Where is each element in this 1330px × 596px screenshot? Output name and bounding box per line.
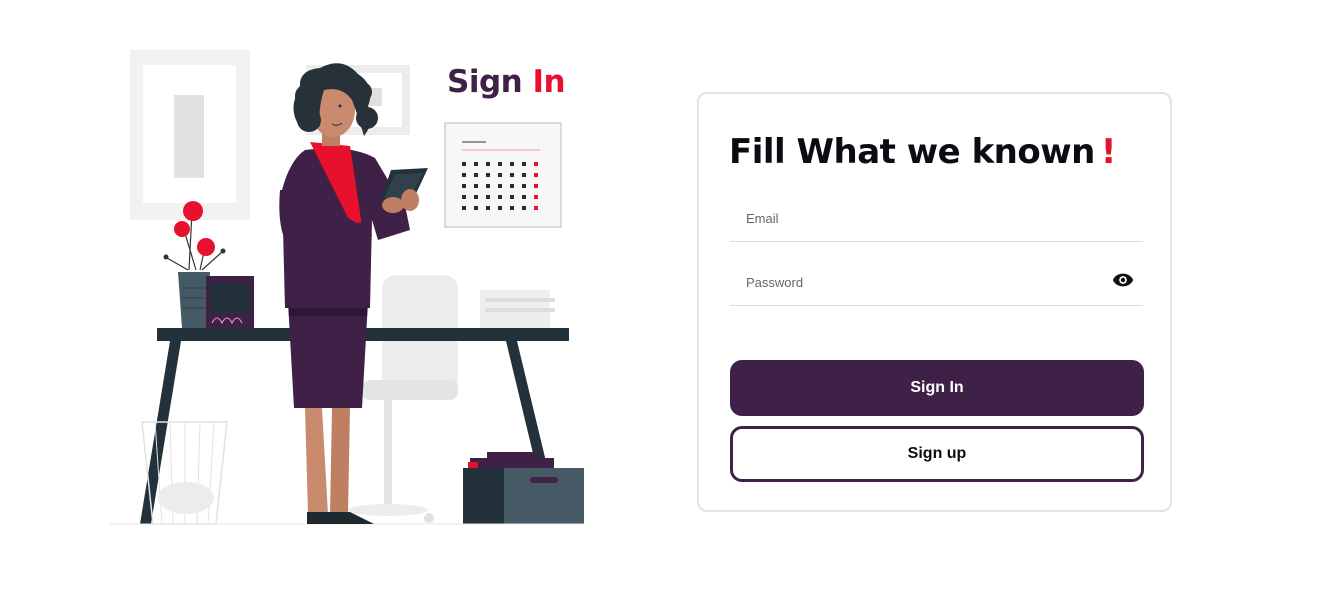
login-card: Fill What we known! Sign In Sign up [697,92,1172,512]
sign-up-button[interactable]: Sign up [730,426,1144,482]
form-title-exclamation: ! [1100,132,1117,172]
email-field [730,195,1143,242]
form-title-text: Fill What we known [729,132,1095,172]
login-page: Sign In Fill What we known! Sign In Sign… [0,0,1330,596]
office-woman-illustration [110,50,585,525]
hero-title: Sign In [447,64,566,100]
hero-title-sign: Sign [447,64,523,100]
password-field [730,259,1143,306]
sign-in-button[interactable]: Sign In [730,360,1144,416]
email-input[interactable] [730,195,1143,241]
form-title: Fill What we known! [729,132,1116,172]
eye-icon[interactable] [1112,272,1134,288]
hero-title-in: In [532,64,566,100]
password-input[interactable] [730,259,1143,305]
